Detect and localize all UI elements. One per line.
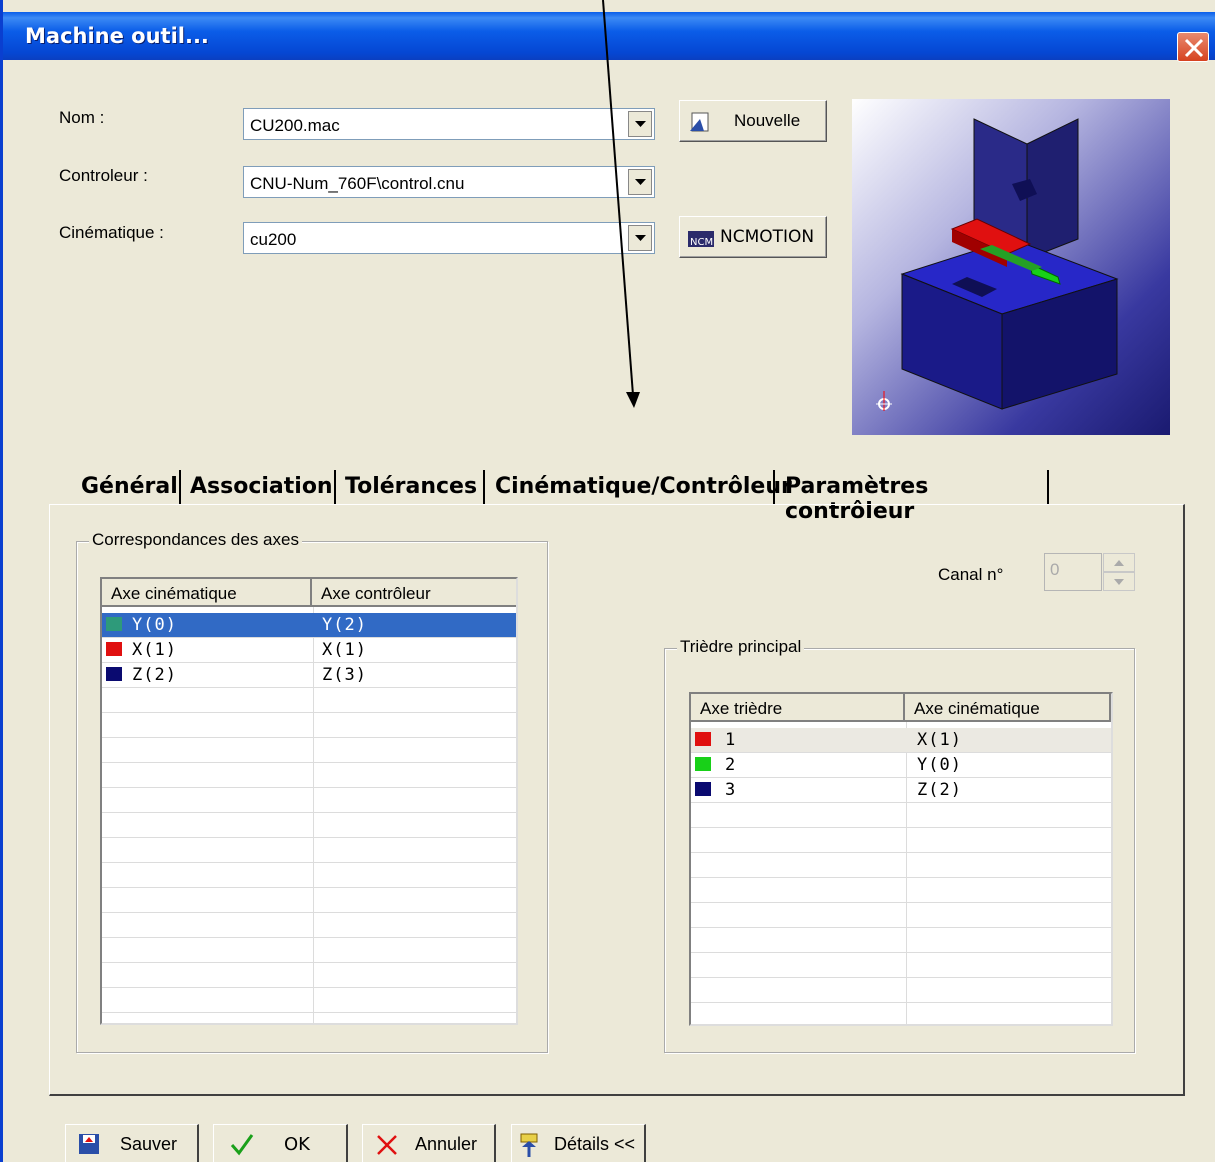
table-row[interactable]: 2 Y(0) <box>691 753 1111 778</box>
tab-cinematique-controleur[interactable]: Cinématique/Contrôleur <box>495 466 792 506</box>
spin-up-button[interactable] <box>1103 553 1135 572</box>
table-row-empty <box>691 803 1111 828</box>
tab-parametres-controleur[interactable]: Paramètres contrôleur <box>785 466 928 524</box>
table-row-empty <box>691 978 1111 1003</box>
axe-controleur-cell: Y(2) <box>322 615 367 635</box>
save-label: Sauver <box>120 1134 178 1154</box>
table-row-empty <box>691 953 1111 978</box>
table-row[interactable]: Y(0) Y(2) <box>102 613 516 638</box>
axes-group-legend: Correspondances des axes <box>89 530 302 550</box>
table-row-empty <box>102 988 516 1013</box>
axe-controleur-cell: Z(3) <box>322 665 367 685</box>
tab-separator <box>179 470 181 504</box>
tab-tolerances[interactable]: Tolérances <box>345 466 477 506</box>
column-header-axe-cinematique[interactable]: Axe cinématique <box>905 694 1111 722</box>
column-header-axe-controleur[interactable]: Axe contrôleur <box>312 579 516 607</box>
tab-association[interactable]: Association <box>190 466 333 506</box>
table-row-empty <box>102 713 516 738</box>
axe-triedre-cell: 3 <box>725 780 737 800</box>
table-row[interactable]: Z(2) Z(3) <box>102 663 516 688</box>
color-swatch <box>695 782 711 796</box>
chevron-down-icon <box>1114 579 1124 585</box>
table-row[interactable]: 1 X(1) <box>691 728 1111 753</box>
details-up-arrow-icon <box>520 1133 538 1157</box>
canal-label: Canal n° <box>938 565 1004 584</box>
axe-controleur-cell: X(1) <box>322 640 367 660</box>
table-row-empty <box>691 903 1111 928</box>
axe-triedre-cell: 2 <box>725 755 737 775</box>
table-row-empty <box>691 878 1111 903</box>
table-row-empty <box>102 888 516 913</box>
cancel-label: Annuler <box>415 1134 478 1154</box>
color-swatch <box>106 642 122 656</box>
table-row-empty <box>691 928 1111 953</box>
spin-down-button[interactable] <box>1103 572 1135 591</box>
color-swatch <box>106 667 122 681</box>
table-row-empty <box>102 938 516 963</box>
color-swatch <box>695 757 711 771</box>
details-label: Détails << <box>554 1134 636 1154</box>
chevron-up-icon <box>1114 560 1124 566</box>
color-swatch <box>695 732 711 746</box>
save-icon <box>79 1134 99 1154</box>
table-row-empty <box>102 963 516 988</box>
details-button[interactable]: Détails << <box>511 1124 646 1162</box>
table-row-empty <box>691 1003 1111 1024</box>
table-row-empty <box>102 763 516 788</box>
canal-input[interactable]: 0 <box>1044 553 1102 591</box>
tab-separator <box>483 470 485 504</box>
save-button[interactable]: Sauver <box>65 1124 199 1162</box>
axe-cinematique-cell: Z(2) <box>132 665 177 685</box>
column-header-axe-triedre[interactable]: Axe trièdre <box>691 694 905 722</box>
ok-label: OK <box>284 1134 310 1155</box>
axes-table[interactable]: Axe cinématique Axe contrôleur Y(0) Y(2)… <box>100 577 518 1025</box>
tab-general[interactable]: Général <box>81 466 178 506</box>
table-row-empty <box>102 788 516 813</box>
ok-button[interactable]: OK <box>213 1124 348 1162</box>
axe-cinematique-cell: Y(0) <box>917 755 962 775</box>
axe-cinematique-cell: Y(0) <box>132 615 177 635</box>
triedre-group-legend: Trièdre principal <box>677 637 805 657</box>
table-row-empty <box>102 813 516 838</box>
tab-separator <box>334 470 336 504</box>
table-row-empty <box>691 828 1111 853</box>
table-row-empty <box>102 838 516 863</box>
color-swatch <box>106 617 122 631</box>
axe-triedre-cell: 1 <box>725 730 737 750</box>
cancel-button[interactable]: Annuler <box>362 1124 496 1162</box>
axe-cinematique-cell: X(1) <box>917 730 962 750</box>
column-header-axe-cinematique[interactable]: Axe cinématique <box>102 579 312 607</box>
triedre-table[interactable]: Axe trièdre Axe cinématique 1 X(1) 2 Y(0… <box>689 692 1113 1026</box>
table-row-empty <box>691 853 1111 878</box>
tab-separator <box>1047 470 1049 504</box>
table-row-empty <box>102 863 516 888</box>
table-row[interactable]: 3 Z(2) <box>691 778 1111 803</box>
table-row-empty <box>102 738 516 763</box>
tab-separator <box>773 470 775 504</box>
axe-cinematique-cell: Z(2) <box>917 780 962 800</box>
table-row-empty <box>102 913 516 938</box>
close-icon <box>377 1135 397 1155</box>
checkmark-icon <box>230 1134 254 1156</box>
table-row-empty <box>102 688 516 713</box>
table-row[interactable]: X(1) X(1) <box>102 638 516 663</box>
annotation-arrow-icon <box>602 0 640 408</box>
dialog-window: Machine outil... Nom : CU200.mac Control… <box>0 0 1215 1162</box>
canal-spinner[interactable] <box>1103 553 1135 591</box>
axe-cinematique-cell: X(1) <box>132 640 177 660</box>
